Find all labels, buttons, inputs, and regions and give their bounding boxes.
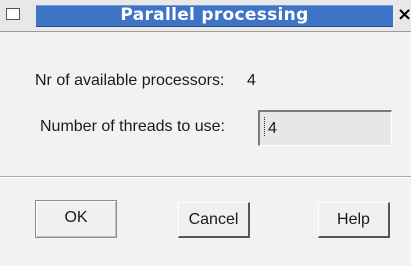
window-menu-icon[interactable] xyxy=(6,8,20,20)
close-icon[interactable]: × xyxy=(397,6,411,24)
cancel-button[interactable]: Cancel xyxy=(178,202,250,238)
available-processors-label: Nr of available processors: xyxy=(35,72,225,89)
parallel-processing-dialog: Parallel processing × Nr of available pr… xyxy=(0,0,411,266)
help-button[interactable]: Help xyxy=(318,202,390,238)
window-title: Parallel processing xyxy=(120,5,309,25)
title-bar: Parallel processing × xyxy=(0,0,411,32)
button-divider xyxy=(0,176,411,178)
ok-button[interactable]: OK xyxy=(35,200,117,238)
threads-to-use-label: Number of threads to use: xyxy=(40,118,225,135)
available-processors-value: 4 xyxy=(247,72,256,89)
text-cursor-icon xyxy=(264,117,265,137)
threads-to-use-input[interactable] xyxy=(258,110,392,146)
